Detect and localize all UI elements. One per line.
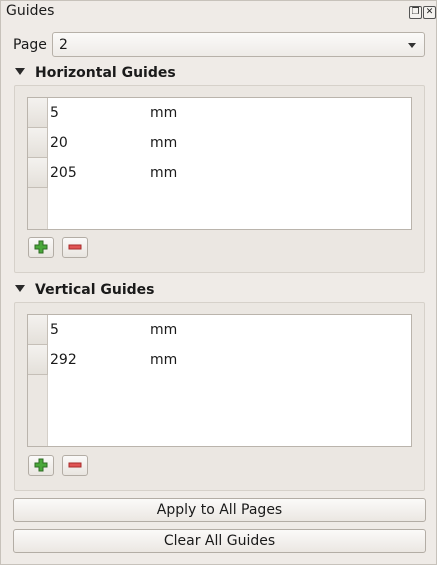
vertical-guides-header[interactable]: Vertical Guides — [15, 282, 155, 298]
plus-icon — [34, 240, 48, 254]
row-header[interactable] — [28, 128, 48, 158]
clear-all-guides-button[interactable]: Clear All Guides — [13, 529, 426, 553]
guide-position[interactable]: 5 — [50, 105, 59, 121]
remove-horizontal-guide-button[interactable] — [62, 237, 88, 258]
page-select[interactable]: 2 — [52, 32, 425, 57]
minus-icon — [68, 244, 82, 250]
collapse-triangle-icon — [15, 68, 25, 75]
horizontal-guides-table[interactable]: 5 mm 20 mm 205 mm — [27, 97, 412, 230]
table-row[interactable]: 5 mm — [28, 315, 411, 345]
table-row[interactable]: 205 mm — [28, 158, 411, 188]
guide-unit[interactable]: mm — [150, 352, 177, 368]
chevron-down-icon — [408, 43, 416, 48]
table-row[interactable]: 5 mm — [28, 98, 411, 128]
apply-to-all-pages-button[interactable]: Apply to All Pages — [13, 498, 426, 522]
guide-unit[interactable]: mm — [150, 322, 177, 338]
minus-icon — [68, 462, 82, 468]
row-header[interactable] — [28, 315, 48, 345]
horizontal-guides-header[interactable]: Horizontal Guides — [15, 65, 176, 81]
page-select-value: 2 — [59, 37, 68, 53]
remove-vertical-guide-button[interactable] — [62, 455, 88, 476]
row-header[interactable] — [28, 98, 48, 128]
guide-unit[interactable]: mm — [150, 135, 177, 151]
panel-title: Guides — [6, 3, 55, 19]
close-icon[interactable]: ✕ — [423, 6, 436, 19]
page-label: Page — [13, 37, 47, 53]
guide-unit[interactable]: mm — [150, 165, 177, 181]
float-icon[interactable]: ❐ — [409, 6, 422, 19]
row-header[interactable] — [28, 345, 48, 375]
vertical-guides-table[interactable]: 5 mm 292 mm — [27, 314, 412, 447]
horizontal-guides-title: Horizontal Guides — [35, 65, 176, 81]
guide-unit[interactable]: mm — [150, 105, 177, 121]
row-header[interactable] — [28, 158, 48, 188]
guide-position[interactable]: 5 — [50, 322, 59, 338]
plus-icon — [34, 458, 48, 472]
table-row[interactable]: 292 mm — [28, 345, 411, 375]
vertical-guides-title: Vertical Guides — [35, 282, 155, 298]
guides-panel: Guides ❐ ✕ Page 2 Horizontal Guides 5 mm… — [0, 0, 437, 565]
guide-position[interactable]: 292 — [50, 352, 77, 368]
guide-position[interactable]: 20 — [50, 135, 68, 151]
guide-position[interactable]: 205 — [50, 165, 77, 181]
panel-titlebar: Guides ❐ ✕ — [1, 1, 436, 25]
table-row[interactable]: 20 mm — [28, 128, 411, 158]
collapse-triangle-icon — [15, 285, 25, 292]
add-horizontal-guide-button[interactable] — [28, 237, 54, 258]
add-vertical-guide-button[interactable] — [28, 455, 54, 476]
